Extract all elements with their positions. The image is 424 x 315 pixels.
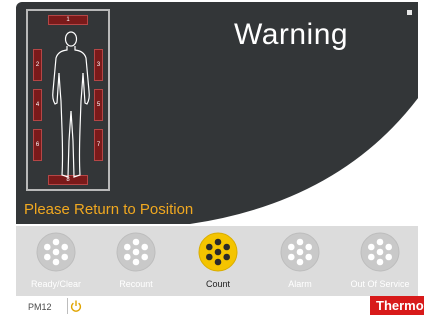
body-zone-map: 1 2 3 4 5 6 7 8: [26, 9, 110, 191]
brand-logo: Thermo: [370, 296, 424, 315]
recount-label: Recount: [119, 279, 153, 289]
detector-icon: [280, 232, 320, 272]
display-panel: Warning 1 2 3 4 5 6 7 8 Please Return to…: [16, 2, 418, 224]
detector-icon: [116, 232, 156, 272]
status-message: Please Return to Position: [24, 201, 194, 218]
recount-button[interactable]: Recount: [98, 226, 174, 296]
zone-2: 2: [33, 49, 42, 81]
body-outline-icon: [52, 31, 90, 178]
zone-7: 7: [94, 129, 103, 161]
zone-5: 5: [94, 89, 103, 121]
alarm-label: Alarm: [288, 279, 312, 289]
zone-6: 6: [33, 129, 42, 161]
power-icon: [70, 300, 82, 312]
count-label: Count: [205, 279, 231, 289]
mode-button-row: Ready/Clear Recount Count Alarm Out Of S…: [16, 226, 418, 296]
detector-icon: [360, 232, 400, 272]
ready-clear-button[interactable]: Ready/Clear: [18, 226, 94, 296]
out-of-service-button[interactable]: Out Of Service: [342, 226, 418, 296]
device-id: PM12: [28, 302, 52, 312]
warning-title: Warning: [234, 18, 349, 51]
corner-indicator: [407, 10, 412, 15]
zone-4: 4: [33, 89, 42, 121]
count-button[interactable]: Count: [180, 226, 256, 296]
zone-3: 3: [94, 49, 103, 81]
out-of-service-label: Out Of Service: [350, 279, 410, 289]
ready-clear-label: Ready/Clear: [30, 279, 82, 289]
zone-1: 1: [48, 15, 88, 25]
power-button[interactable]: [67, 298, 82, 314]
alarm-button[interactable]: Alarm: [262, 226, 338, 296]
monitor-window: Warning 1 2 3 4 5 6 7 8 Please Return to…: [0, 0, 424, 315]
detector-icon: [198, 232, 238, 272]
detector-icon: [36, 232, 76, 272]
